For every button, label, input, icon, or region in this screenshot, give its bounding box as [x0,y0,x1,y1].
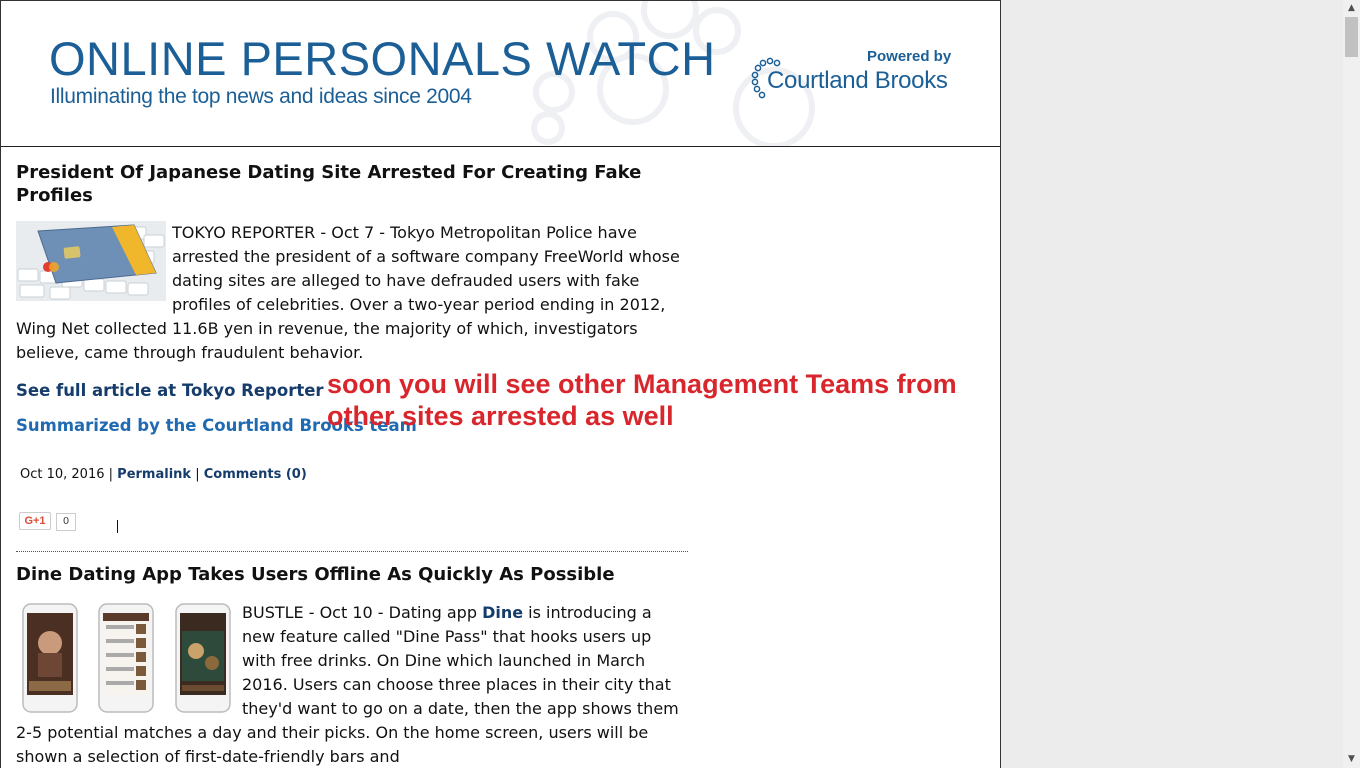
post-2: Dine Dating App Takes Users Offline As Q… [16,563,688,768]
post-divider [16,551,688,552]
site-title: ONLINE PERSONALS WATCH [49,31,716,86]
site-title-part2: PERSONALS WATCH [240,32,716,85]
permalink-link[interactable]: Permalink [117,467,191,482]
vertical-scrollbar[interactable]: ▲ ▼ [1343,0,1360,768]
post-body: TOKYO REPORTER - Oct 7 - Tokyo Metropoli… [16,221,688,365]
chevron-down-icon[interactable]: ▼ [1343,751,1360,768]
post-meta: Oct 10, 2016 | Permalink | Comments (0) [16,467,688,482]
site-title-part1: ONLINE [49,32,227,85]
sponsor-name: Courtland Brooks [767,67,948,94]
post-title[interactable]: Dine Dating App Takes Users Offline As Q… [16,563,688,586]
post-title[interactable]: President Of Japanese Dating Site Arrest… [16,161,688,207]
meta-separator: | [108,467,114,482]
chevron-up-icon[interactable]: ▲ [1343,0,1360,17]
site-banner[interactable]: ONLINE PERSONALS WATCH Illuminating the … [1,1,1000,147]
decorative-circle [531,111,565,145]
text-cursor [117,520,118,533]
google-plus-count: 0 [56,513,76,531]
annotation-text: soon you will see other Management Teams… [327,369,957,431]
page: ONLINE PERSONALS WATCH Illuminating the … [0,0,1001,768]
phone-screenshots-image [22,603,231,713]
google-plus-button[interactable]: G+1 [19,512,51,530]
site-tagline: Illuminating the top news and ideas sinc… [50,85,472,108]
post-body: BUSTLE - Oct 10 - Dating app Dine is int… [16,601,688,768]
dine-link[interactable]: Dine [482,603,523,622]
credit-card-keyboard-image [16,221,166,301]
full-article-link[interactable]: See full article at Tokyo Reporter [16,381,324,400]
post-body-text-start: BUSTLE - Oct 10 - Dating app [242,603,483,622]
main-content: President Of Japanese Dating Site Arrest… [16,161,688,482]
post-date: Oct 10, 2016 [20,467,105,482]
comments-link[interactable]: Comments (0) [204,467,307,482]
meta-separator: | [195,467,200,482]
scrollbar-thumb[interactable] [1345,17,1358,57]
